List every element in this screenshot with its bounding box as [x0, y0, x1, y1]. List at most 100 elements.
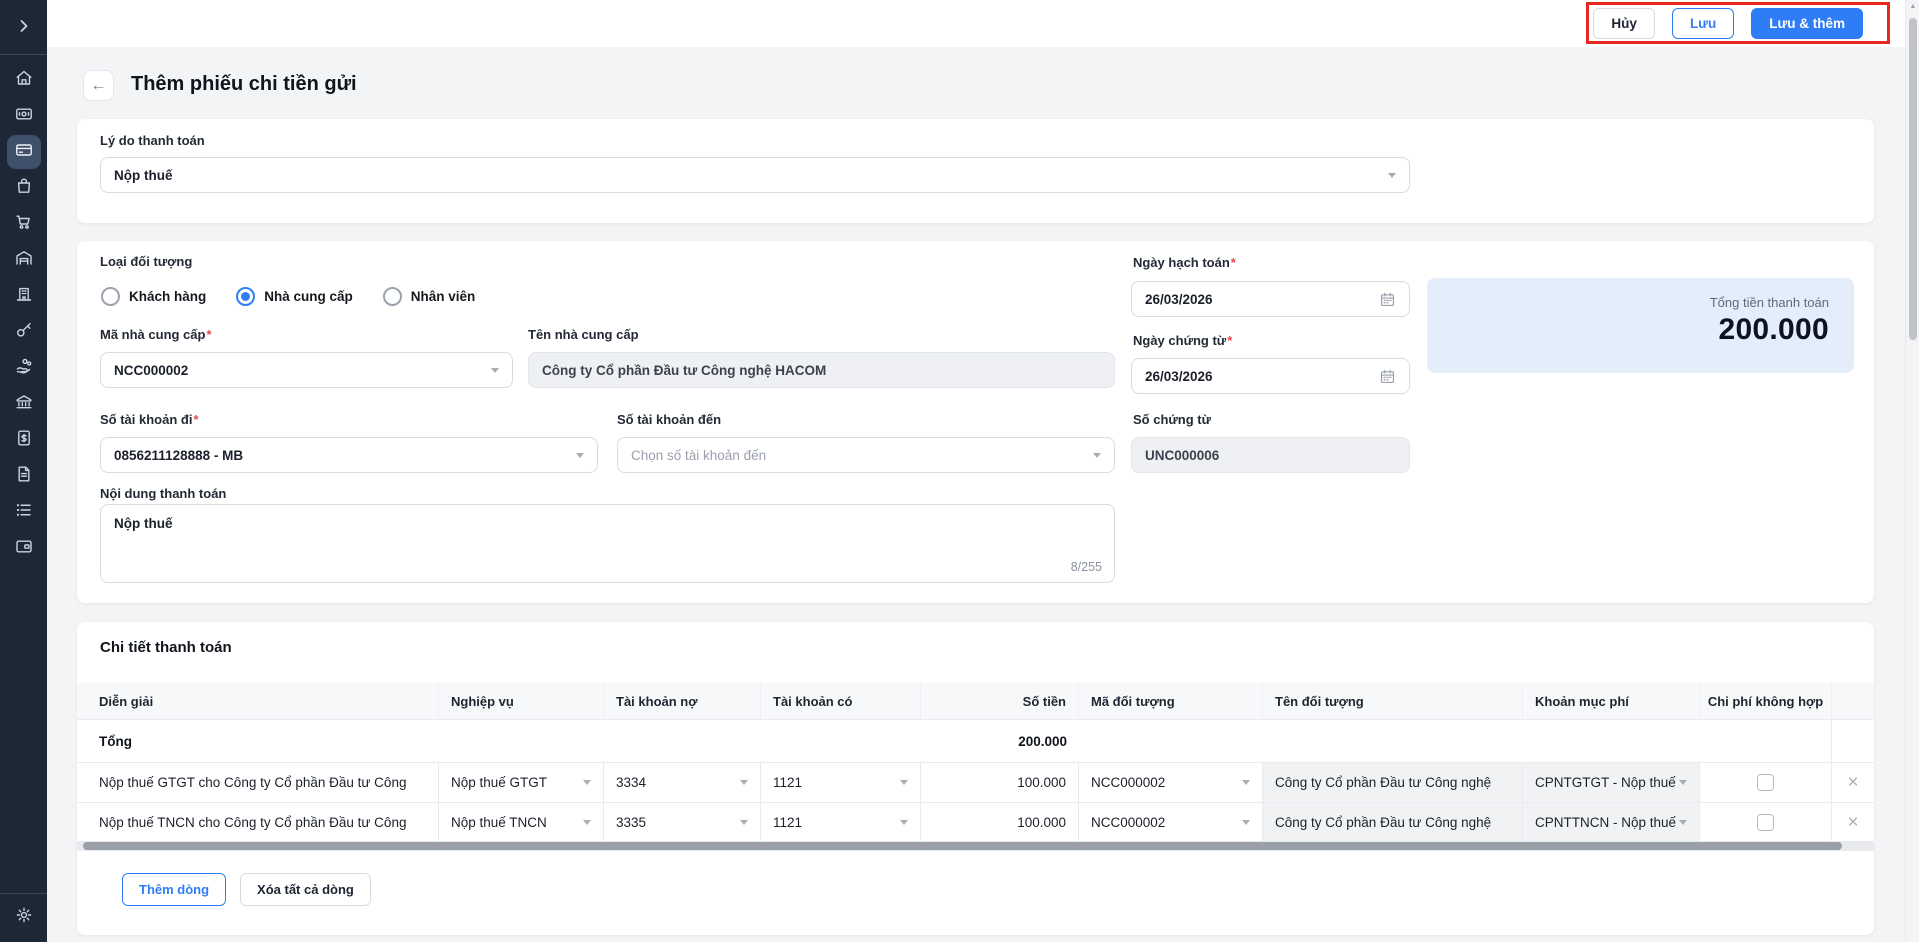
add-row-button[interactable]: Thêm dòng [122, 873, 226, 906]
sidebar-divider [0, 54, 47, 55]
vertical-scrollbar-thumb[interactable] [1909, 18, 1917, 340]
operation-value: Nộp thuế GTGT [451, 775, 547, 790]
sidebar-item-document[interactable] [7, 459, 41, 493]
cell-description[interactable]: Nộp thuế TNCN cho Công ty Cổ phần Đầu tư… [77, 803, 439, 843]
sidebar-item-credit-card[interactable] [7, 135, 41, 169]
object-code-value: NCC000002 [1091, 775, 1165, 790]
cell-credit-account-select[interactable]: 1121 [761, 763, 921, 803]
table-header-row: Diễn giải Nghiệp vụ Tài khoản nợ Tài kho… [77, 683, 1874, 720]
sidebar-footer-divider [0, 893, 47, 894]
chevron-down-icon [900, 820, 908, 825]
sidebar-item-hand-coins[interactable] [7, 351, 41, 385]
sidebar [0, 0, 47, 942]
cell-description[interactable]: Nộp thuế GTGT cho Công ty Cổ phần Đầu tư… [77, 763, 439, 803]
account-from-value: 0856211128888 - MB [114, 448, 243, 463]
cell-operation-select[interactable]: Nộp thuế GTGT [439, 763, 604, 803]
cell-credit-account-select[interactable]: 1121 [761, 803, 921, 843]
supplier-name-label: Tên nhà cung cấp [528, 327, 639, 342]
credit-account-value: 1121 [773, 815, 802, 830]
sidebar-item-key[interactable] [7, 315, 41, 349]
general-info-card: Loại đối tượng Khách hàng Nhà cung cấp N… [77, 241, 1874, 603]
debit-account-value: 3335 [616, 815, 646, 830]
payment-content-value: Nộp thuế [114, 516, 173, 531]
posting-date-input[interactable]: 26/03/2026 [1131, 281, 1410, 317]
radio-circle-icon [383, 287, 402, 306]
total-amount-label: Tổng tiền thanh toán [1452, 295, 1829, 310]
document-number-value: UNC000006 [1145, 448, 1219, 463]
payment-reason-label: Lý do thanh toán [100, 133, 205, 148]
sidebar-item-shopping-cart[interactable] [7, 207, 41, 241]
cell-object-code-select[interactable]: NCC000002 [1079, 803, 1263, 843]
radio-customer[interactable]: Khách hàng [101, 287, 206, 306]
required-asterisk: * [1227, 333, 1232, 348]
page-title: Thêm phiếu chi tiền gửi [131, 73, 357, 96]
sidebar-item-office-building[interactable] [7, 279, 41, 313]
document-date-input[interactable]: 26/03/2026 [1131, 358, 1410, 394]
delete-all-rows-button[interactable]: Xóa tất cả dòng [240, 873, 371, 906]
hand-coins-icon [14, 356, 34, 381]
sidebar-item-home[interactable] [7, 63, 41, 97]
topbar-actions: Hủy Lưu Lưu & thêm [1593, 8, 1863, 39]
cell-object-code-select[interactable]: NCC000002 [1079, 763, 1263, 803]
delete-row-icon[interactable]: × [1847, 773, 1858, 792]
chevron-down-icon [1093, 453, 1101, 458]
posting-date-label: Ngày hạch toán* [1133, 255, 1236, 270]
col-header-object-name: Tên đối tượng [1263, 683, 1523, 720]
back-button[interactable]: ← [83, 70, 114, 101]
horizontal-scrollbar-thumb[interactable] [83, 842, 1842, 850]
chevron-down-icon [1388, 173, 1396, 178]
debit-account-value: 3334 [616, 775, 646, 790]
save-button[interactable]: Lưu [1672, 8, 1734, 39]
col-header-fee-item: Khoản mục phí [1523, 683, 1700, 720]
cell-amount[interactable]: 100.000 [921, 763, 1079, 803]
vertical-scrollbar[interactable]: ▲ [1905, 0, 1919, 942]
warehouse-icon [14, 248, 34, 273]
sidebar-item-settings[interactable] [7, 900, 41, 934]
cell-operation-select[interactable]: Nộp thuế TNCN [439, 803, 604, 843]
payment-content-textarea[interactable]: Nộp thuế 8/255 [100, 504, 1115, 583]
sidebar-item-list[interactable] [7, 495, 41, 529]
supplier-code-select[interactable]: NCC000002 [100, 352, 513, 388]
invalid-expense-checkbox[interactable] [1757, 814, 1774, 831]
cell-fee-item-select[interactable]: CPNTTNCN - Nộp thuế [1523, 803, 1700, 843]
radio-employee[interactable]: Nhân viên [383, 287, 476, 306]
cell-fee-item-select[interactable]: CPNTGTGT - Nộp thuế [1523, 763, 1700, 803]
shopping-cart-icon [14, 212, 34, 237]
key-icon [14, 320, 34, 345]
sidebar-item-bank[interactable] [7, 387, 41, 421]
gear-icon [14, 905, 34, 930]
cancel-button[interactable]: Hủy [1593, 8, 1655, 39]
sidebar-item-warehouse[interactable] [7, 243, 41, 277]
cell-amount[interactable]: 100.000 [921, 803, 1079, 843]
chevron-right-icon [14, 16, 34, 41]
calendar-icon[interactable] [1379, 291, 1396, 308]
sidebar-item-wallet[interactable] [7, 531, 41, 565]
scrollbar-up-arrow[interactable]: ▲ [1906, 3, 1919, 10]
sidebar-item-invoice-dollar[interactable] [7, 423, 41, 457]
total-row-amount: 200.000 [921, 720, 1079, 763]
radio-supplier[interactable]: Nhà cung cấp [236, 287, 353, 306]
required-asterisk: * [193, 412, 198, 427]
radio-supplier-label: Nhà cung cấp [264, 289, 353, 304]
cell-debit-account-select[interactable]: 3334 [604, 763, 761, 803]
invoice-dollar-icon [14, 428, 34, 453]
payment-reason-select[interactable]: Nộp thuế [100, 157, 1410, 193]
account-from-select[interactable]: 0856211128888 - MB [100, 437, 598, 473]
sidebar-item-shopping-bag[interactable] [7, 171, 41, 205]
sidebar-item-cash[interactable] [7, 99, 41, 133]
cell-object-name: Công ty Cổ phần Đầu tư Công nghệ [1263, 803, 1523, 843]
delete-row-icon[interactable]: × [1847, 813, 1858, 832]
posting-date-value: 26/03/2026 [1145, 292, 1213, 307]
total-amount-value: 200.000 [1452, 313, 1829, 347]
account-to-select[interactable]: Chọn số tài khoản đến [617, 437, 1115, 473]
col-header-actions [1832, 683, 1874, 720]
calendar-icon[interactable] [1379, 368, 1396, 385]
supplier-code-label: Mã nhà cung cấp* [100, 327, 212, 342]
total-row-label: Tổng [77, 720, 439, 763]
save-and-add-button[interactable]: Lưu & thêm [1751, 8, 1863, 39]
sidebar-collapse-button[interactable] [7, 11, 41, 45]
col-header-amount: Số tiền [921, 683, 1079, 720]
cell-debit-account-select[interactable]: 3335 [604, 803, 761, 843]
invalid-expense-checkbox[interactable] [1757, 774, 1774, 791]
horizontal-scrollbar[interactable] [77, 841, 1874, 851]
